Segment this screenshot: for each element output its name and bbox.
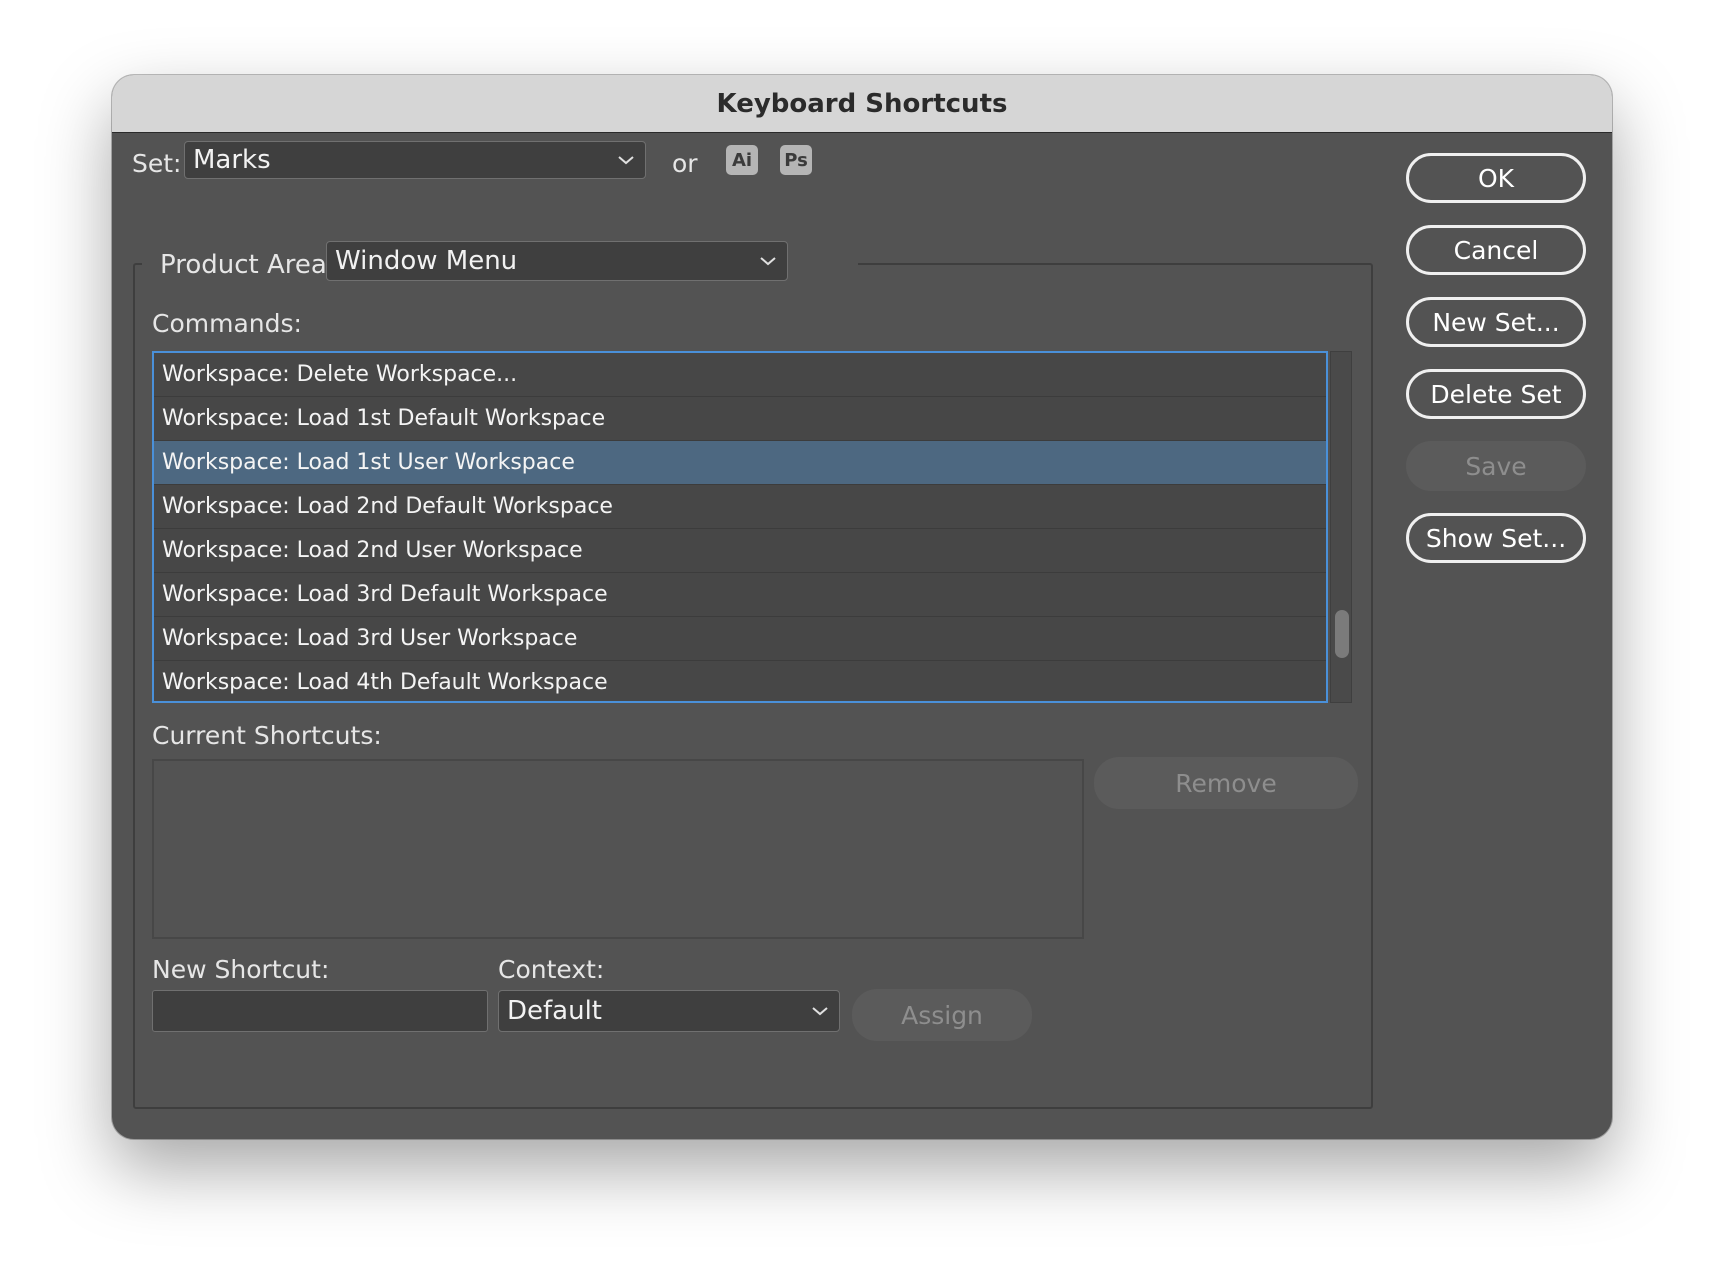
new-set-button[interactable]: New Set... (1406, 297, 1586, 347)
set-dropdown[interactable]: Marks (184, 141, 646, 179)
new-shortcut-input[interactable] (152, 990, 488, 1032)
photoshop-icon[interactable]: Ps (780, 145, 812, 175)
delete-set-button[interactable]: Delete Set (1406, 369, 1586, 419)
command-row[interactable]: Workspace: Load 3rd User Workspace (154, 617, 1326, 661)
show-set-button[interactable]: Show Set... (1406, 513, 1586, 563)
product-area-label: Product Area: (160, 250, 336, 280)
keyboard-shortcuts-dialog: Keyboard Shortcuts Set: Marks or Ai Ps P… (112, 75, 1612, 1139)
context-dropdown[interactable]: Default (498, 990, 840, 1032)
command-row[interactable]: Workspace: Load 1st User Workspace (154, 441, 1326, 485)
command-row[interactable]: Workspace: Delete Workspace... (154, 353, 1326, 397)
commands-scrollbar[interactable] (1330, 351, 1352, 703)
remove-button[interactable]: Remove (1094, 757, 1358, 809)
commands-list[interactable]: Workspace: Delete Workspace... Workspace:… (152, 351, 1328, 703)
command-row[interactable]: Workspace: Load 2nd User Workspace (154, 529, 1326, 573)
command-row[interactable]: Workspace: Load 4th Default Workspace (154, 661, 1326, 701)
chevron-down-icon (812, 1007, 828, 1016)
product-area-dropdown[interactable]: Window Menu (326, 241, 788, 281)
set-dropdown-value: Marks (193, 145, 271, 175)
current-shortcuts-list[interactable] (152, 759, 1084, 939)
new-shortcut-label: New Shortcut: (152, 955, 330, 984)
ok-button[interactable]: OK (1406, 153, 1586, 203)
illustrator-icon[interactable]: Ai (726, 145, 758, 175)
set-label: Set: (132, 149, 182, 178)
chevron-down-icon (618, 156, 634, 165)
save-button[interactable]: Save (1406, 441, 1586, 491)
dialog-title: Keyboard Shortcuts (112, 75, 1612, 133)
context-label: Context: (498, 955, 605, 984)
context-value: Default (507, 996, 602, 1026)
or-label: or (672, 149, 698, 178)
chevron-down-icon (760, 257, 776, 266)
assign-button[interactable]: Assign (852, 989, 1032, 1041)
command-row[interactable]: Workspace: Load 3rd Default Workspace (154, 573, 1326, 617)
scrollbar-thumb[interactable] (1335, 610, 1349, 658)
command-row[interactable]: Workspace: Load 2nd Default Workspace (154, 485, 1326, 529)
product-area-value: Window Menu (335, 246, 518, 276)
current-shortcuts-label: Current Shortcuts: (152, 721, 382, 750)
command-row[interactable]: Workspace: Load 1st Default Workspace (154, 397, 1326, 441)
cancel-button[interactable]: Cancel (1406, 225, 1586, 275)
commands-label: Commands: (152, 309, 302, 338)
